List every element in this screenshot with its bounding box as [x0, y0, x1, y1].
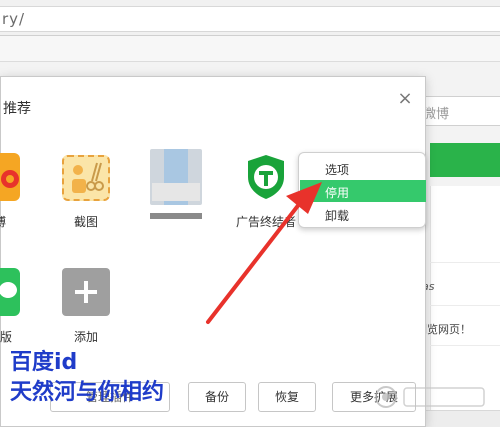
dialog-title: 推荐 [3, 101, 31, 117]
context-menu: 选项 停用 卸载 [298, 152, 426, 228]
extension-label: 页版 [0, 330, 12, 344]
blurred-icon [150, 149, 202, 205]
address-field[interactable]: ry/ [0, 6, 500, 32]
watermark-line2: 天然河与你相约 [10, 380, 165, 405]
background-search-input[interactable]: 微博 [418, 96, 500, 126]
menu-item-uninstall[interactable]: 卸载 [300, 203, 426, 225]
background-divider [430, 262, 500, 263]
wechat-icon [0, 268, 20, 316]
extension-label: 截图 [73, 215, 98, 229]
background-divider [430, 345, 500, 346]
shield-icon [244, 153, 288, 201]
extension-label: 广告终结者 [235, 215, 296, 229]
watermark-line1: 百度id [10, 350, 78, 375]
extension-blurred[interactable] [134, 149, 218, 233]
address-bar: ry/ [0, 0, 500, 36]
weibo-icon [0, 153, 20, 201]
extension-label: 博 [0, 213, 42, 230]
bookmark-toolbar [0, 36, 500, 62]
plus-icon [62, 268, 110, 316]
restore-button[interactable]: 恢复 [258, 382, 316, 412]
menu-item-disable[interactable]: 停用 [300, 180, 426, 202]
baidu-logo-watermark [372, 380, 492, 414]
extension-label: 添加 [73, 330, 98, 344]
extension-screenshot[interactable]: 截图 [44, 153, 128, 233]
blurred-label [150, 213, 202, 219]
extension-adblock[interactable]: 广告终结者 [224, 153, 308, 233]
add-extension-button[interactable]: 添加 [44, 268, 128, 348]
extension-wechat[interactable]: 页版 [0, 268, 42, 348]
backup-button[interactable]: 备份 [188, 382, 246, 412]
address-text: ry/ [2, 10, 26, 28]
close-icon[interactable]: × [395, 89, 415, 109]
background-green-button[interactable] [430, 143, 500, 177]
extension-weibo[interactable]: 博 [0, 153, 42, 233]
background-divider [430, 305, 500, 306]
menu-item-options[interactable]: 选项 [300, 157, 426, 179]
scissors-icon [62, 155, 110, 201]
